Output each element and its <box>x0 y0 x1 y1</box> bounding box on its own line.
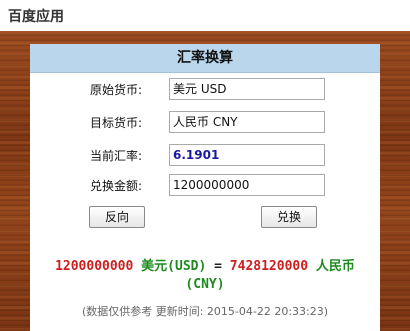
result-amount: 1200000000 <box>55 259 134 274</box>
conversion-result: 1200000000 美元(USD) = 7428120000 人民币 (CNY… <box>30 258 380 294</box>
result-to-currency-name: 人民币 <box>315 259 355 274</box>
result-converted-amount: 7428120000 <box>229 259 309 274</box>
result-to-currency-code: (CNY) <box>185 277 225 292</box>
source-currency-label: 原始货币: <box>90 83 143 97</box>
source-currency-field[interactable] <box>169 78 325 100</box>
converter-header: 汇率换算 <box>30 44 380 73</box>
update-note: (数据仅供参考 更新时间: 2015-04-22 20:33:23) <box>81 305 329 318</box>
reverse-button[interactable]: 反向 <box>89 206 145 228</box>
converter-title: 汇率换算 <box>177 50 233 66</box>
exchange-rate-label: 当前汇率: <box>90 149 143 163</box>
target-currency-field[interactable] <box>169 111 325 133</box>
converter-card: 汇率换算 原始货币: 目标货币: 当前汇率: 兑换金额: 反向 兑换 12000… <box>30 44 380 331</box>
exchange-rate-field[interactable] <box>169 144 325 166</box>
target-currency-label: 目标货币: <box>90 116 143 130</box>
result-from-currency: 美元(USD) <box>141 259 207 274</box>
amount-label: 兑换金额: <box>90 179 143 193</box>
app-header: 百度应用 <box>0 0 410 31</box>
app-title: 百度应用 <box>8 9 64 25</box>
result-equals: = <box>214 259 222 274</box>
convert-button[interactable]: 兑换 <box>261 206 317 228</box>
amount-field[interactable] <box>169 174 325 196</box>
